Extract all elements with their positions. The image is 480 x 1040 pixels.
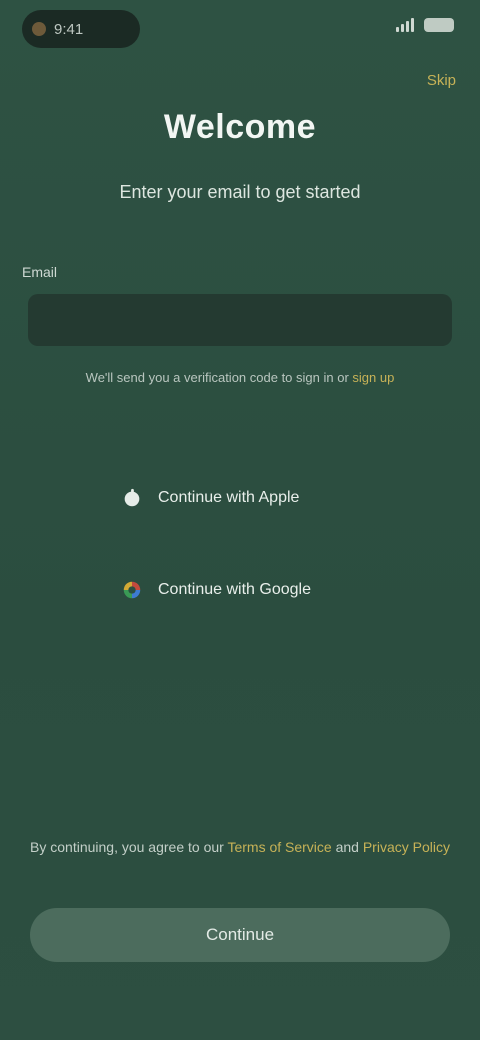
status-bar: 9:41: [0, 0, 480, 56]
apple-sign-in-button[interactable]: Continue with Apple: [100, 470, 380, 526]
skip-button[interactable]: Skip: [427, 72, 456, 89]
legal-text: By continuing, you agree to our Terms of…: [30, 836, 450, 858]
terms-link[interactable]: Terms of Service: [227, 839, 331, 855]
google-sign-in-button[interactable]: Continue with Google: [100, 562, 380, 618]
legal-prefix: By continuing, you agree to our: [30, 839, 224, 855]
sign-up-link[interactable]: sign up: [352, 370, 394, 385]
status-time: 9:41: [54, 20, 84, 38]
helper-text: We'll send you a verification code to si…: [40, 370, 440, 385]
continue-button[interactable]: Continue: [30, 908, 450, 962]
page-title: Welcome: [163, 108, 317, 146]
apple-icon: [120, 486, 144, 510]
recording-dot-icon: [32, 22, 46, 36]
helper-text-prefix: We'll send you a verification code to si…: [85, 370, 349, 385]
dynamic-island: 9:41: [22, 10, 140, 48]
page-subtitle: Enter your email to get started: [119, 182, 361, 202]
google-sign-in-label: Continue with Google: [158, 581, 311, 598]
legal-middle: and: [335, 839, 359, 855]
email-input[interactable]: [28, 294, 452, 346]
sign-in-screen: 9:41 Skip Welcome Enter your email to ge…: [0, 0, 480, 1040]
signal-icon: [396, 18, 414, 32]
email-label: Email: [22, 264, 58, 280]
status-indicators: [396, 18, 454, 32]
apple-sign-in-label: Continue with Apple: [158, 489, 300, 506]
privacy-link[interactable]: Privacy Policy: [363, 839, 450, 855]
google-icon: [120, 578, 144, 602]
battery-icon: [424, 18, 454, 32]
